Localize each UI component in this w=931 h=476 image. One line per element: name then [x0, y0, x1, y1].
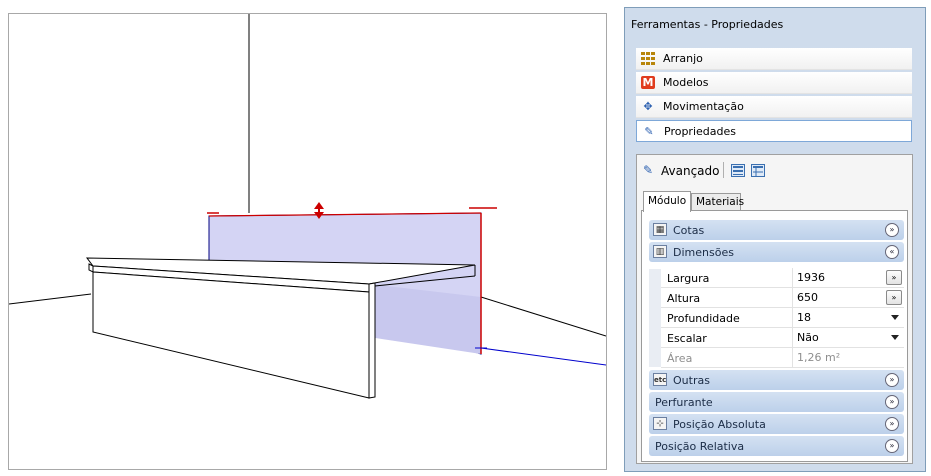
- toolbar-separator: [723, 162, 724, 178]
- room-floor-right-line: [480, 296, 606, 337]
- nav-item-label: Propriedades: [664, 125, 736, 138]
- tab-label: Módulo: [648, 195, 687, 207]
- nav-item-arranjo[interactable]: Arranjo: [636, 48, 912, 70]
- list-view-icon[interactable]: [731, 164, 745, 177]
- altura-expand-button[interactable]: »: [886, 290, 902, 305]
- tab-materiais[interactable]: Materiais: [691, 193, 745, 210]
- property-row-altura: Altura 650 »: [661, 288, 904, 308]
- property-name: Profundidade: [667, 312, 740, 325]
- chevron-down-icon[interactable]: »: [885, 373, 899, 387]
- nav-item-label: Arranjo: [663, 52, 703, 65]
- tab-modulo[interactable]: Módulo: [643, 191, 691, 212]
- tab-body-modulo: ▦ Cotas » ▥ Dimensões « Largura 1936 » A…: [641, 210, 908, 462]
- nav-item-propriedades[interactable]: ✎ Propriedades: [636, 120, 912, 142]
- nav-item-label: Movimentação: [663, 100, 744, 113]
- property-name: Largura: [667, 272, 710, 285]
- chevron-down-icon[interactable]: »: [885, 223, 899, 237]
- move-arrows-icon: ✥: [643, 100, 653, 113]
- property-value: 18: [797, 311, 811, 324]
- nav-item-modelos[interactable]: M Modelos: [636, 72, 912, 94]
- section-dimensoes[interactable]: ▥ Dimensões «: [649, 242, 904, 262]
- property-value: 1936: [797, 271, 825, 284]
- property-row-profundidade: Profundidade 18: [661, 308, 904, 328]
- section-label: Perfurante: [655, 396, 713, 409]
- property-value: 650: [797, 291, 818, 304]
- nav-item-label: Modelos: [663, 76, 709, 89]
- property-row-area: Área 1,26 m²: [661, 348, 904, 368]
- property-name: Escalar: [667, 332, 707, 345]
- dropdown-arrow-icon[interactable]: [891, 335, 899, 340]
- height-handle-up: [314, 202, 324, 209]
- properties-tool-panel: Ferramentas - Propriedades Arranjo M Mod…: [624, 7, 926, 472]
- tab-label: Materiais: [696, 196, 745, 208]
- section-posicao-relativa[interactable]: Posição Relativa »: [649, 436, 904, 456]
- section-label: Posição Absoluta: [673, 418, 766, 431]
- models-m-icon: M: [641, 76, 655, 89]
- property-value: Não: [797, 331, 819, 344]
- etc-icon: etc: [653, 373, 667, 386]
- table-view-icon[interactable]: [751, 164, 765, 177]
- section-label: Outras: [673, 374, 710, 387]
- desk-side-edge: [368, 282, 376, 399]
- xyz-icon: ⊹: [653, 417, 667, 430]
- altura-field[interactable]: 650 »: [792, 288, 904, 307]
- row-margin: [649, 269, 661, 367]
- nav-item-movimentacao[interactable]: ✥ Movimentação: [636, 96, 912, 118]
- largura-expand-button[interactable]: »: [886, 270, 902, 285]
- cotas-icon: ▦: [653, 223, 667, 236]
- section-label: Posição Relativa: [655, 440, 745, 453]
- section-cotas[interactable]: ▦ Cotas »: [649, 220, 904, 240]
- section-label: Dimensões: [673, 246, 734, 259]
- depth-axis-blue: [480, 347, 606, 366]
- property-row-escalar: Escalar Não: [661, 328, 904, 348]
- area-readonly: 1,26 m²: [792, 348, 904, 367]
- section-posicao-absoluta[interactable]: ⊹ Posição Absoluta »: [649, 414, 904, 434]
- 3d-viewport[interactable]: [8, 13, 607, 470]
- chevron-down-icon[interactable]: »: [885, 417, 899, 431]
- profundidade-select[interactable]: 18: [792, 308, 904, 327]
- chevron-down-icon[interactable]: »: [885, 395, 899, 409]
- property-row-largura: Largura 1936 »: [661, 268, 904, 288]
- property-name: Área: [667, 352, 693, 365]
- dimensions-icon: ▥: [653, 245, 667, 258]
- property-name: Altura: [667, 292, 701, 305]
- panel-title: Ferramentas - Propriedades: [631, 18, 784, 31]
- chevron-up-icon[interactable]: «: [885, 245, 899, 259]
- escalar-select[interactable]: Não: [792, 328, 904, 347]
- dropdown-arrow-icon[interactable]: [891, 315, 899, 320]
- desk-front-panel: [92, 271, 370, 399]
- section-label: Cotas: [673, 224, 705, 237]
- largura-field[interactable]: 1936 »: [792, 268, 904, 287]
- chevron-down-icon[interactable]: »: [885, 439, 899, 453]
- room-floor-left-line: [9, 293, 92, 305]
- advanced-icon: ✎: [643, 163, 654, 177]
- advanced-label: Avançado: [661, 164, 720, 178]
- section-perfurante[interactable]: Perfurante »: [649, 392, 904, 412]
- properties-container: ✎ Avançado Módulo Materiais ▦ Cotas » ▥ …: [636, 154, 913, 464]
- section-outras[interactable]: etc Outras »: [649, 370, 904, 390]
- grid-icon: [641, 52, 655, 65]
- properties-icon: ✎: [644, 125, 654, 138]
- property-value: 1,26 m²: [797, 351, 841, 364]
- scene-drawing: [9, 14, 606, 399]
